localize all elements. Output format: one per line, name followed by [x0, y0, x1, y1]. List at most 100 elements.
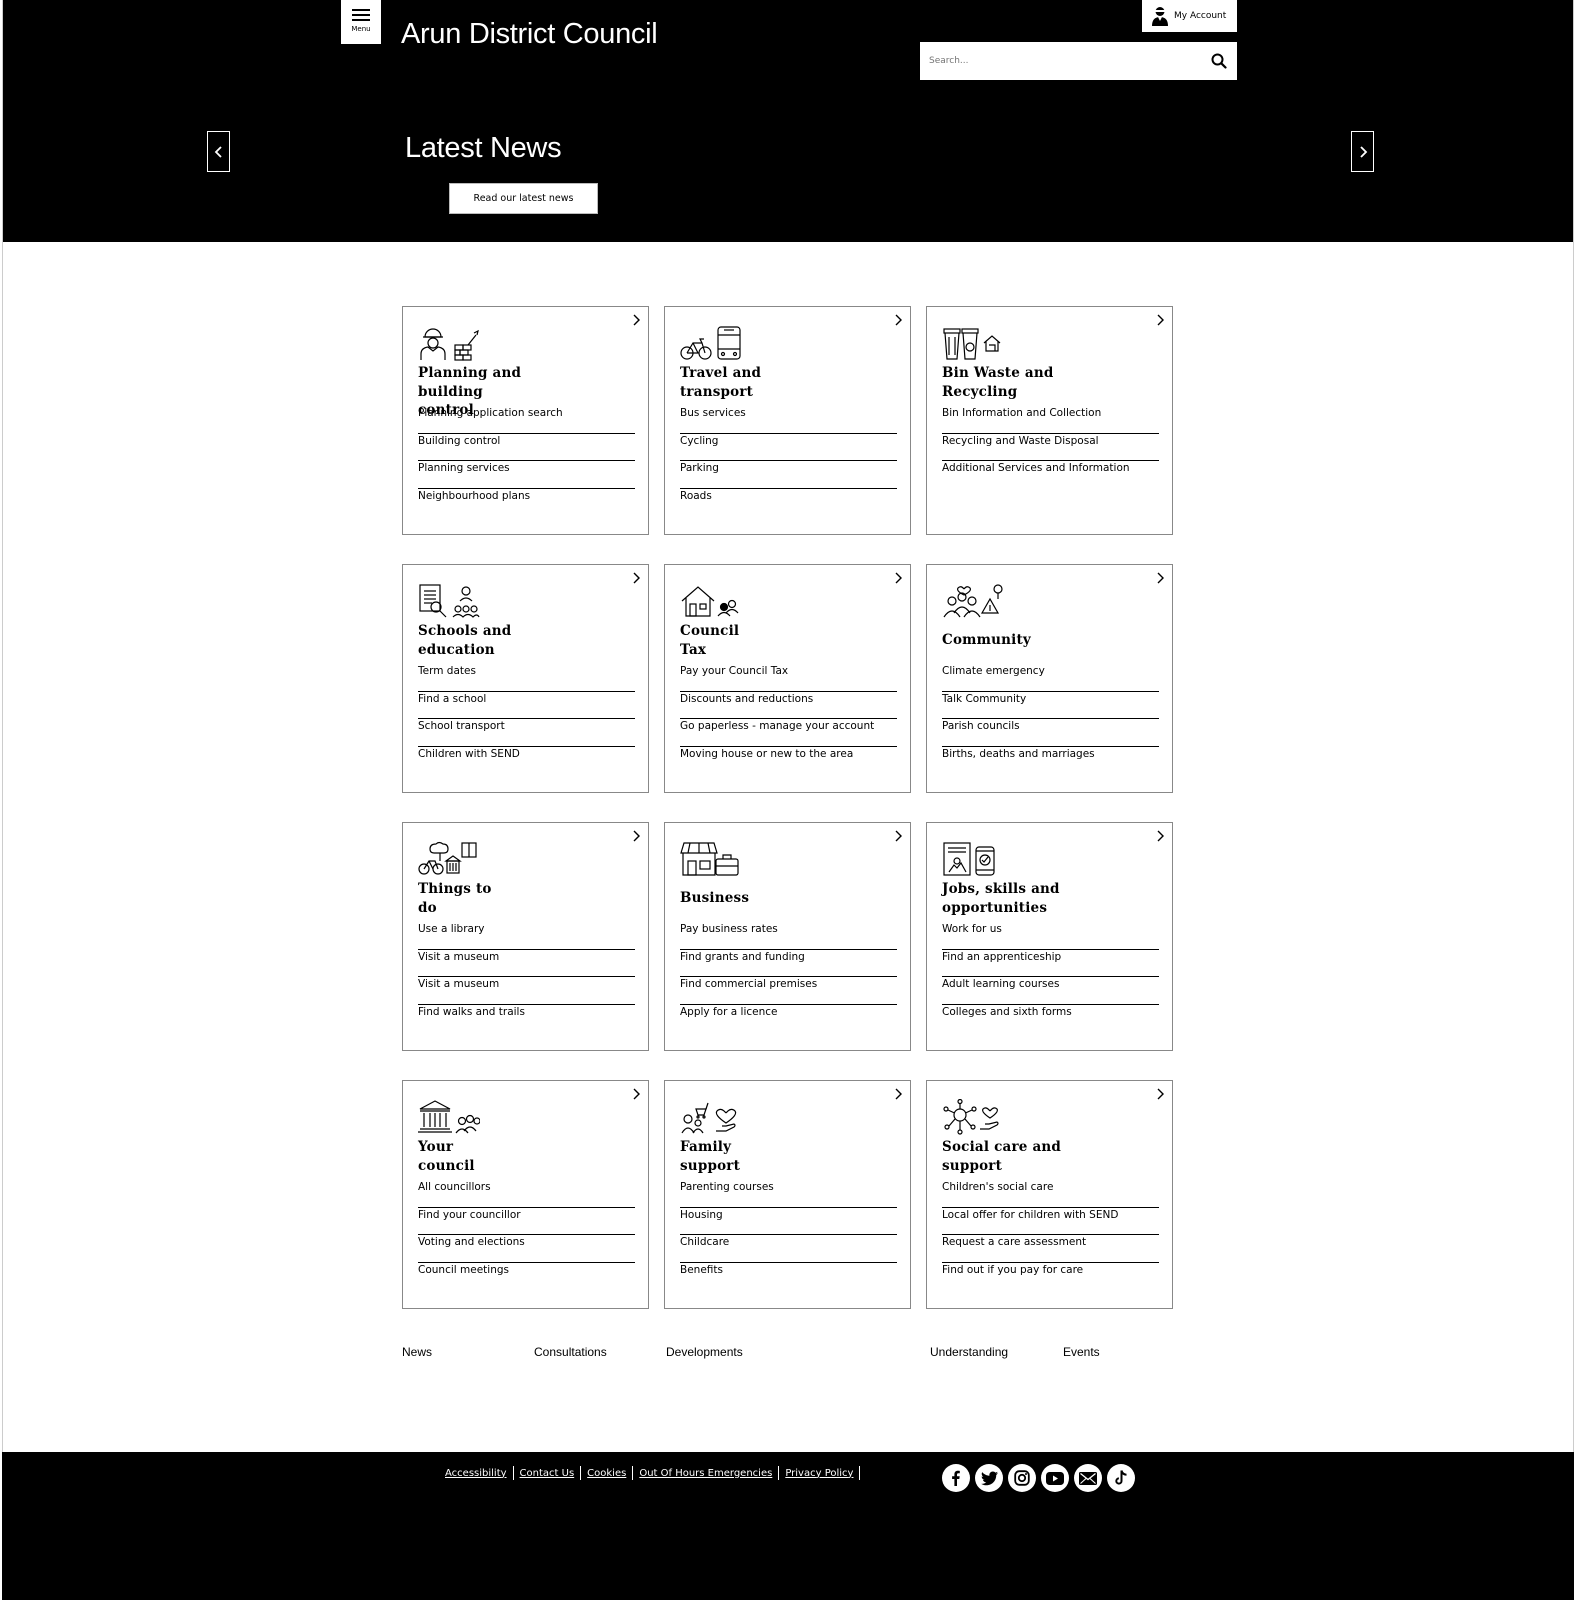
- email-icon[interactable]: [1074, 1464, 1102, 1492]
- facebook-icon[interactable]: [942, 1464, 970, 1492]
- card-link[interactable]: Planning services: [418, 461, 635, 489]
- card-link[interactable]: Term dates: [418, 664, 635, 692]
- card-link[interactable]: Planning application search: [418, 406, 635, 434]
- card-link[interactable]: Moving house or new to the area: [680, 747, 897, 775]
- card-link[interactable]: All councillors: [418, 1180, 635, 1208]
- search-box: [920, 42, 1237, 80]
- card-link[interactable]: Parish councils: [942, 719, 1159, 747]
- bottom-link-news[interactable]: News: [402, 1345, 432, 1359]
- footer-link-contact-us[interactable]: Contact Us: [514, 1468, 581, 1479]
- card-link[interactable]: Benefits: [680, 1263, 897, 1291]
- card-link[interactable]: Building control: [418, 434, 635, 461]
- card-link[interactable]: Bus services: [680, 406, 897, 434]
- card-link[interactable]: Neighbourhood plans: [418, 489, 635, 517]
- card-link[interactable]: Children with SEND: [418, 747, 635, 775]
- bottom-link-consultations[interactable]: Consultations: [534, 1345, 607, 1359]
- card-link[interactable]: School transport: [418, 719, 635, 747]
- read-news-button[interactable]: Read our latest news: [449, 183, 598, 214]
- service-card[interactable]: Family support Parenting courses Housing Chi…: [664, 1080, 911, 1309]
- service-card[interactable]: Schools and education Term dates Find a sch…: [402, 564, 649, 793]
- card-link[interactable]: Childcare: [680, 1235, 897, 1263]
- card-link[interactable]: Housing: [680, 1208, 897, 1235]
- card-link[interactable]: Request a care assessment: [942, 1235, 1159, 1263]
- card-title[interactable]: Jobs, skills and opportunities: [942, 880, 1112, 917]
- card-title[interactable]: Community: [942, 631, 1112, 650]
- card-link[interactable]: Discounts and reductions: [680, 692, 897, 719]
- card-link[interactable]: Find commercial premises: [680, 977, 897, 1005]
- card-link[interactable]: Additional Services and Information: [942, 461, 1159, 489]
- card-link[interactable]: Find grants and funding: [680, 950, 897, 977]
- card-link[interactable]: Adult learning courses: [942, 977, 1159, 1005]
- card-title[interactable]: Family support: [680, 1138, 850, 1175]
- footer-link-out-of-hours[interactable]: Out Of Hours Emergencies: [633, 1468, 778, 1479]
- card-links: Use a library Visit a museum Visit a museu…: [418, 922, 635, 1032]
- card-title[interactable]: Bin Waste and Recycling: [942, 364, 1112, 401]
- bottom-link-understanding[interactable]: Understanding: [930, 1345, 1008, 1359]
- card-link[interactable]: Cycling: [680, 434, 897, 461]
- service-card[interactable]: Business Pay business rates Find grants an…: [664, 822, 911, 1051]
- card-link[interactable]: Pay business rates: [680, 922, 897, 950]
- card-link[interactable]: Find walks and trails: [418, 1005, 635, 1033]
- service-card[interactable]: Jobs, skills and opportunities Work for us…: [926, 822, 1173, 1051]
- search-input[interactable]: [920, 42, 1201, 80]
- house-people-icon: [680, 583, 742, 619]
- card-link[interactable]: Find out if you pay for care: [942, 1263, 1159, 1291]
- card-link[interactable]: Apply for a licence: [680, 1005, 897, 1033]
- service-card[interactable]: Things to do Use a library Visit a museum Vi…: [402, 822, 649, 1051]
- service-card[interactable]: Bin Waste and Recycling Bin Information an…: [926, 306, 1173, 535]
- search-icon[interactable]: [1201, 42, 1237, 80]
- card-link[interactable]: Children's social care: [942, 1180, 1159, 1208]
- carousel-next-button[interactable]: [1351, 131, 1374, 172]
- service-card[interactable]: Travel and transport Bus services Cycling Pa…: [664, 306, 911, 535]
- card-link[interactable]: Voting and elections: [418, 1235, 635, 1263]
- card-title[interactable]: Business: [680, 889, 850, 908]
- card-link[interactable]: Work for us: [942, 922, 1159, 950]
- instagram-icon[interactable]: [1008, 1464, 1036, 1492]
- card-title[interactable]: Schools and education: [418, 622, 588, 659]
- youtube-icon[interactable]: [1041, 1464, 1069, 1492]
- carousel-prev-button[interactable]: [207, 131, 230, 172]
- service-card[interactable]: Social care and support Children's social …: [926, 1080, 1173, 1309]
- service-card[interactable]: Council Tax Pay your Council Tax Discounts …: [664, 564, 911, 793]
- card-link[interactable]: Recycling and Waste Disposal: [942, 434, 1159, 461]
- card-title[interactable]: Your council: [418, 1138, 588, 1175]
- card-link[interactable]: Talk Community: [942, 692, 1159, 719]
- card-title[interactable]: Things to do: [418, 880, 588, 917]
- card-link[interactable]: Parenting courses: [680, 1180, 897, 1208]
- card-link[interactable]: Climate emergency: [942, 664, 1159, 692]
- tiktok-icon[interactable]: [1107, 1464, 1135, 1492]
- menu-button[interactable]: Menu: [341, 0, 381, 44]
- card-title[interactable]: Council Tax: [680, 622, 850, 659]
- card-link[interactable]: Find your councillor: [418, 1208, 635, 1235]
- card-link[interactable]: Bin Information and Collection: [942, 406, 1159, 434]
- card-link[interactable]: Colleges and sixth forms: [942, 1005, 1159, 1033]
- bottom-link-developments[interactable]: Developments: [666, 1345, 743, 1359]
- service-card[interactable]: Planning and building control Planning app…: [402, 306, 649, 535]
- card-link[interactable]: Births, deaths and marriages: [942, 747, 1159, 775]
- my-account-button[interactable]: My Account: [1142, 0, 1237, 32]
- card-link[interactable]: Use a library: [418, 922, 635, 950]
- service-card[interactable]: Community Climate emergency Talk Community…: [926, 564, 1173, 793]
- card-link[interactable]: Pay your Council Tax: [680, 664, 897, 692]
- card-link[interactable]: Find an apprenticeship: [942, 950, 1159, 977]
- card-link[interactable]: Council meetings: [418, 1263, 635, 1291]
- card-links: Planning application search Building cont…: [418, 406, 635, 516]
- bottom-link-events[interactable]: Events: [1063, 1345, 1100, 1359]
- card-link[interactable]: Go paperless - manage your account: [680, 719, 897, 747]
- site-title[interactable]: Arun District Council: [401, 18, 658, 51]
- card-link[interactable]: Visit a museum: [418, 977, 635, 1005]
- card-link[interactable]: Local offer for children with SEND: [942, 1208, 1159, 1235]
- card-title[interactable]: Social care and support: [942, 1138, 1112, 1175]
- service-card[interactable]: Your council All councillors Find your coun…: [402, 1080, 649, 1309]
- twitter-icon[interactable]: [975, 1464, 1003, 1492]
- social-links: [942, 1464, 1135, 1492]
- footer-link-cookies[interactable]: Cookies: [581, 1468, 632, 1479]
- card-link[interactable]: Parking: [680, 461, 897, 489]
- card-link[interactable]: Find a school: [418, 692, 635, 719]
- leisure-icon: [418, 841, 480, 877]
- footer-link-accessibility[interactable]: Accessibility: [439, 1468, 513, 1479]
- footer-link-privacy-policy[interactable]: Privacy Policy: [779, 1468, 859, 1479]
- card-title[interactable]: Travel and transport: [680, 364, 850, 401]
- card-link[interactable]: Roads: [680, 489, 897, 517]
- card-link[interactable]: Visit a museum: [418, 950, 635, 977]
